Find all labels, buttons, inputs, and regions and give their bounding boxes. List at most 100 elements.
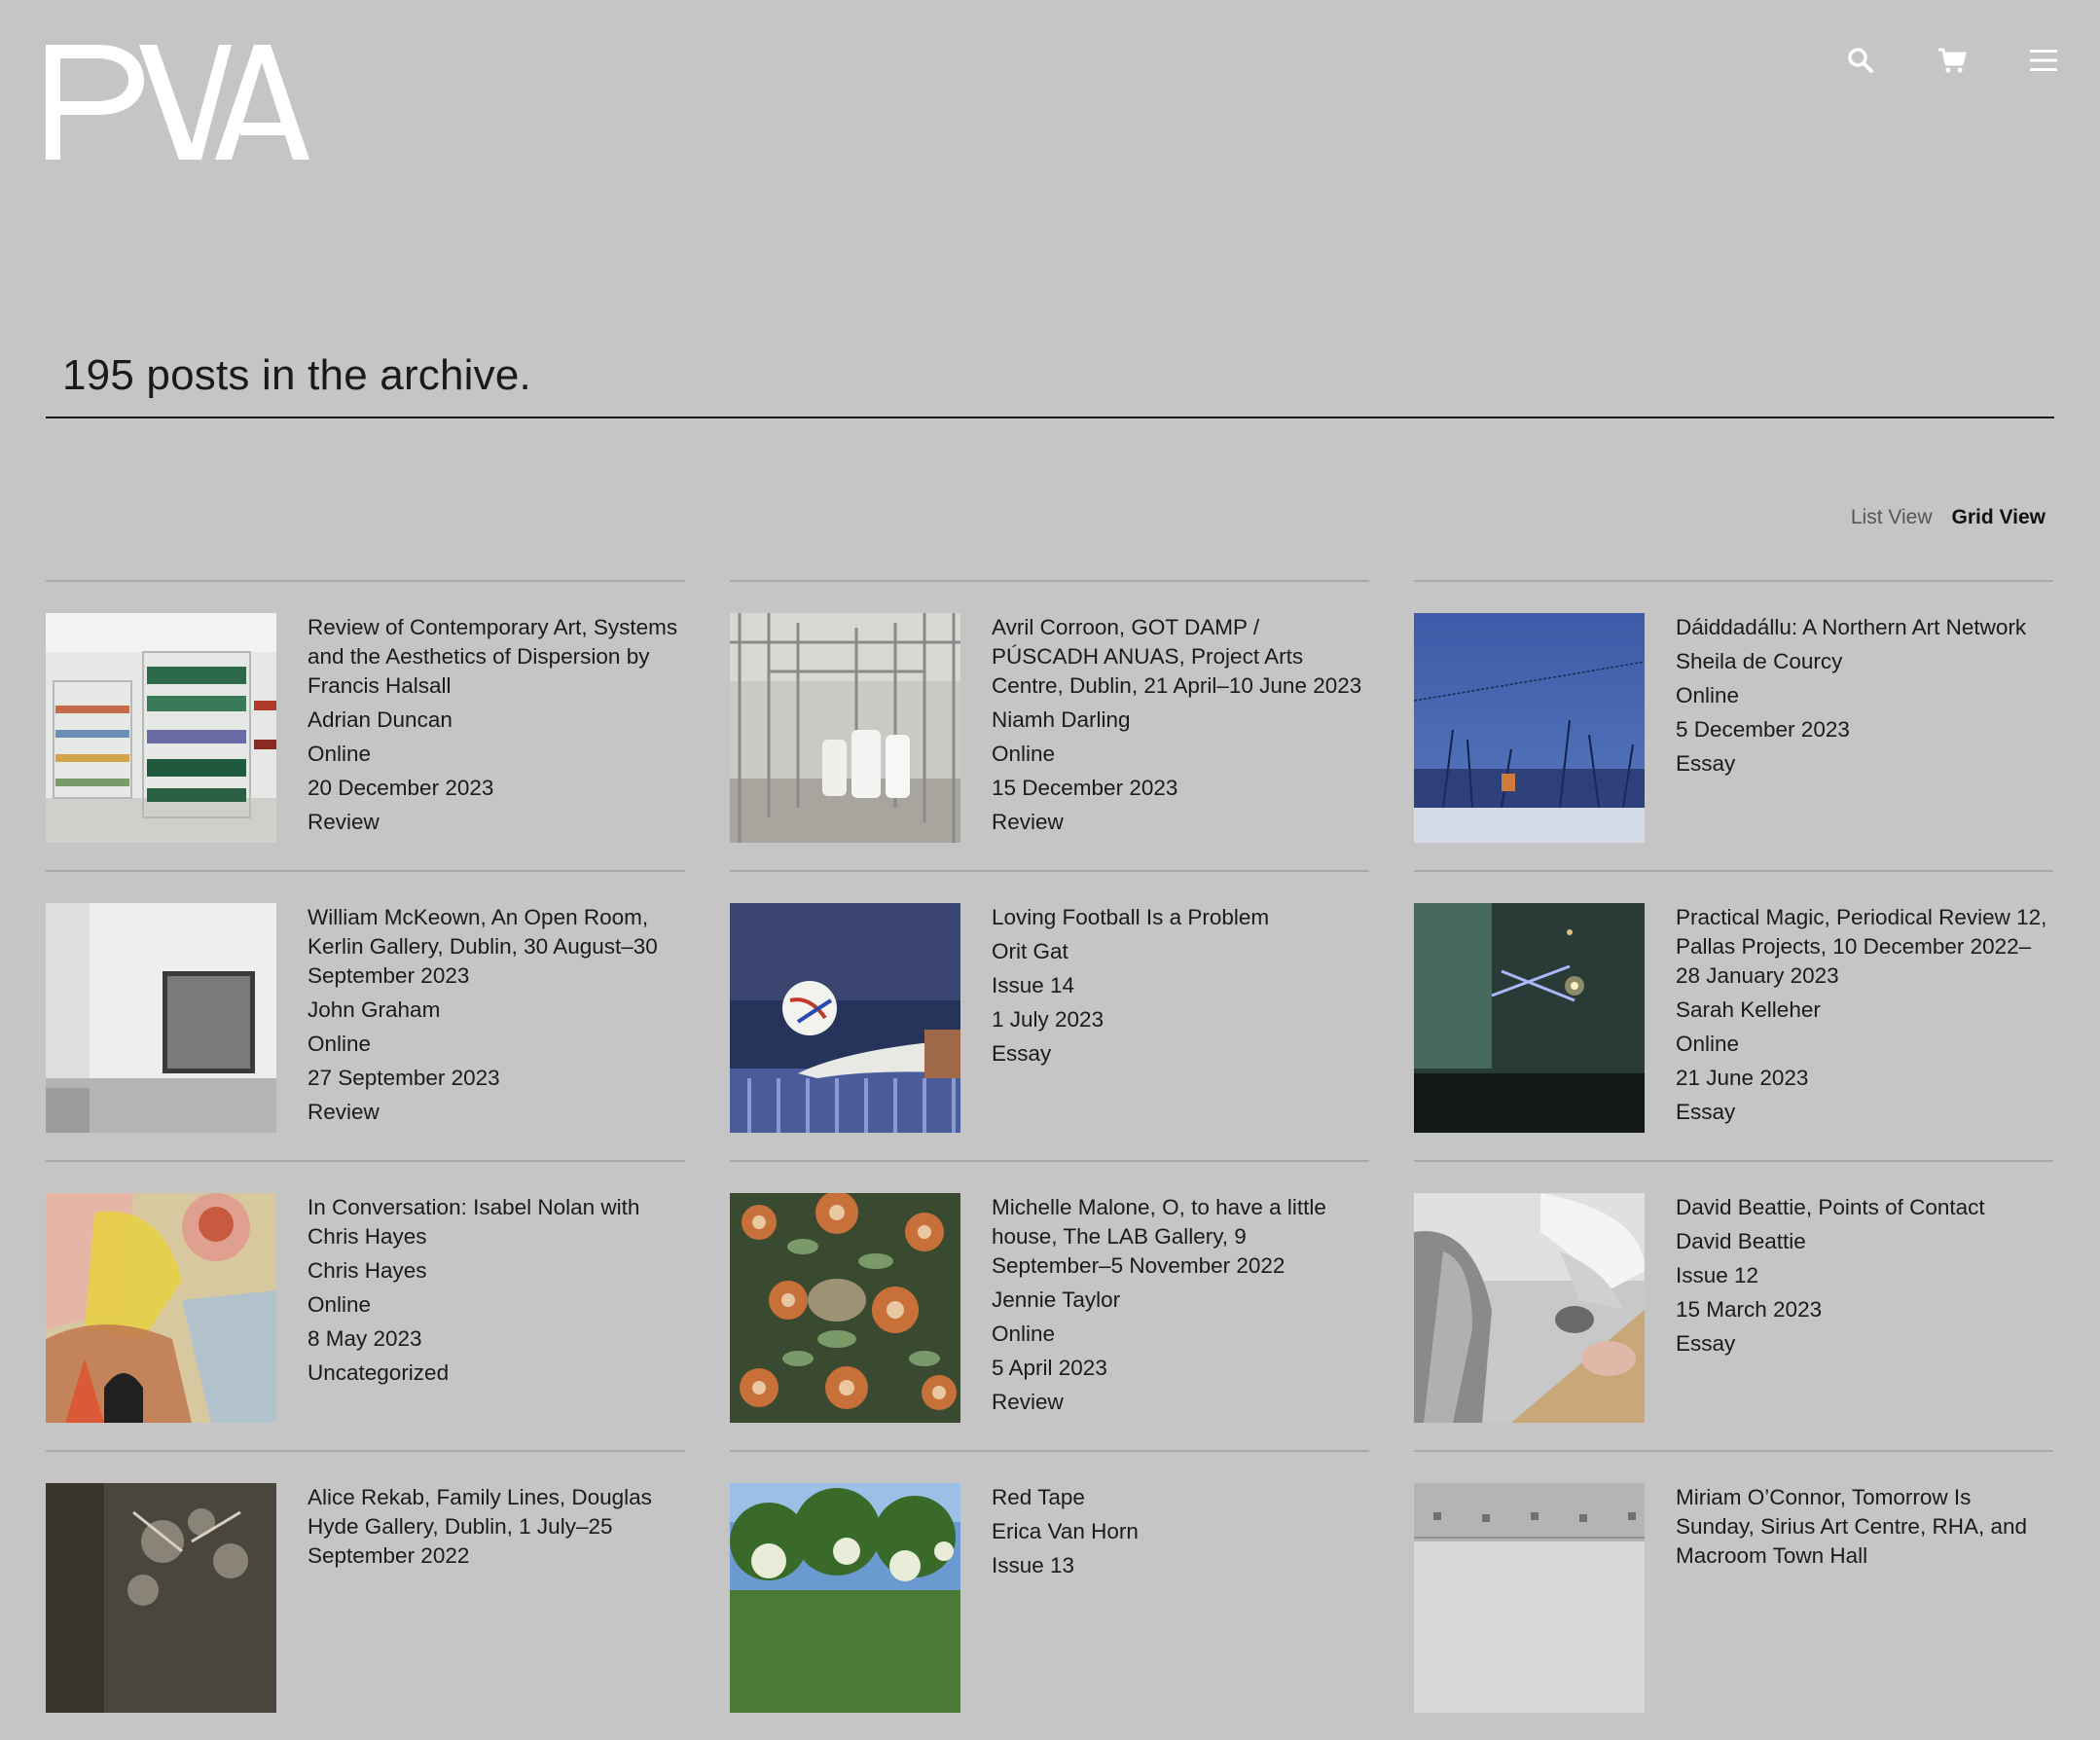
post-thumbnail[interactable]: [1414, 903, 1645, 1133]
post-category[interactable]: Essay: [1676, 1098, 2053, 1127]
post-meta: William McKeown, An Open Room, Kerlin Ga…: [308, 903, 685, 1160]
post-thumbnail-image: [46, 903, 276, 1133]
post-thumbnail-image: [730, 1193, 960, 1423]
post-thumbnail[interactable]: [1414, 613, 1645, 843]
title-divider: [46, 417, 2054, 418]
post-meta: Practical Magic, Periodical Review 12, P…: [1676, 903, 2053, 1160]
post-title[interactable]: Alice Rekab, Family Lines, Douglas Hyde …: [308, 1483, 685, 1571]
view-toggle: List View Grid View: [1851, 503, 2046, 532]
header-nav: [1843, 43, 2061, 78]
post-date: 20 December 2023: [308, 776, 494, 800]
post-title[interactable]: Practical Magic, Periodical Review 12, P…: [1676, 903, 2053, 991]
post-date: 15 March 2023: [1676, 1297, 1823, 1322]
post-card[interactable]: Dáiddadállu: A Northern Art Network Sheil…: [1414, 580, 2053, 870]
post-card[interactable]: Avril Corroon, GOT DAMP / PÚSCADH ANUAS,…: [730, 580, 1369, 870]
post-author[interactable]: Orit Gat: [992, 937, 1369, 966]
post-title[interactable]: Miriam O’Connor, Tomorrow Is Sunday, Sir…: [1676, 1483, 2053, 1571]
post-date: 8 May 2023: [308, 1326, 422, 1351]
post-category[interactable]: Review: [992, 808, 1369, 837]
post-date: 5 December 2023: [1676, 717, 1850, 742]
post-card[interactable]: Michelle Malone, O, to have a little hou…: [730, 1160, 1369, 1450]
post-card[interactable]: Review of Contemporary Art, Systems and …: [46, 580, 685, 870]
search-icon[interactable]: [1843, 43, 1878, 78]
post-meta: In Conversation: Isabel Nolan with Chris…: [308, 1193, 685, 1450]
list-view-link[interactable]: List View: [1851, 503, 1933, 532]
site-logo[interactable]: [46, 45, 338, 162]
post-thumbnail-image: [46, 1193, 276, 1423]
post-thumbnail-image: [1414, 1193, 1645, 1423]
post-category[interactable]: Essay: [1676, 1329, 2053, 1359]
post-author[interactable]: Jennie Taylor: [992, 1286, 1369, 1315]
post-meta: Michelle Malone, O, to have a little hou…: [992, 1193, 1369, 1450]
post-card[interactable]: Loving Football Is a Problem Orit Gat Issu…: [730, 870, 1369, 1160]
post-meta: Avril Corroon, GOT DAMP / PÚSCADH ANUAS,…: [992, 613, 1369, 870]
post-author[interactable]: Erica Van Horn: [992, 1517, 1369, 1546]
post-issue: Online: [308, 1292, 372, 1317]
post-meta: Review of Contemporary Art, Systems and …: [308, 613, 685, 870]
post-author[interactable]: Sarah Kelleher: [1676, 996, 2053, 1025]
post-issue: Issue 12: [1676, 1263, 1759, 1287]
post-author[interactable]: Adrian Duncan: [308, 706, 685, 735]
post-thumbnail[interactable]: [46, 903, 276, 1133]
post-title[interactable]: Red Tape: [992, 1483, 1369, 1512]
post-thumbnail-image: [1414, 613, 1645, 843]
post-card[interactable]: Practical Magic, Periodical Review 12, P…: [1414, 870, 2053, 1160]
post-author[interactable]: Sheila de Courcy: [1676, 647, 2053, 676]
post-card[interactable]: In Conversation: Isabel Nolan with Chris…: [46, 1160, 685, 1450]
post-thumbnail-image: [730, 1483, 960, 1713]
post-thumbnail[interactable]: [730, 903, 960, 1133]
post-title[interactable]: Michelle Malone, O, to have a little hou…: [992, 1193, 1369, 1281]
post-meta: Alice Rekab, Family Lines, Douglas Hyde …: [308, 1483, 685, 1740]
post-category[interactable]: Review: [308, 808, 685, 837]
post-grid: Review of Contemporary Art, Systems and …: [46, 580, 2053, 1740]
post-card[interactable]: David Beattie, Points of Contact David Be…: [1414, 1160, 2053, 1450]
post-meta: Miriam O’Connor, Tomorrow Is Sunday, Sir…: [1676, 1483, 2053, 1740]
post-thumbnail[interactable]: [730, 613, 960, 843]
post-title[interactable]: Avril Corroon, GOT DAMP / PÚSCADH ANUAS,…: [992, 613, 1369, 701]
post-thumbnail[interactable]: [1414, 1483, 1645, 1713]
post-issue: Issue 14: [992, 973, 1075, 997]
post-issue: Online: [308, 742, 372, 766]
post-card[interactable]: William McKeown, An Open Room, Kerlin Ga…: [46, 870, 685, 1160]
post-category[interactable]: Review: [992, 1388, 1369, 1417]
post-thumbnail[interactable]: [1414, 1193, 1645, 1423]
post-author[interactable]: Chris Hayes: [308, 1256, 685, 1286]
post-issue: Online: [992, 1322, 1056, 1346]
post-author[interactable]: Niamh Darling: [992, 706, 1369, 735]
archive-count-heading: 195 posts in the archive.: [62, 351, 531, 399]
post-title[interactable]: Loving Football Is a Problem: [992, 903, 1369, 932]
post-title[interactable]: In Conversation: Isabel Nolan with Chris…: [308, 1193, 685, 1251]
post-card[interactable]: Red Tape Erica Van Horn Issue 13: [730, 1450, 1369, 1740]
post-card[interactable]: Alice Rekab, Family Lines, Douglas Hyde …: [46, 1450, 685, 1740]
post-thumbnail-image: [46, 613, 276, 843]
post-thumbnail[interactable]: [730, 1483, 960, 1713]
post-title[interactable]: Dáiddadállu: A Northern Art Network: [1676, 613, 2053, 642]
post-title[interactable]: William McKeown, An Open Room, Kerlin Ga…: [308, 903, 685, 991]
post-thumbnail[interactable]: [46, 1483, 276, 1713]
post-author[interactable]: John Graham: [308, 996, 685, 1025]
post-author[interactable]: David Beattie: [1676, 1227, 2053, 1256]
post-thumbnail-image: [730, 903, 960, 1133]
post-thumbnail-image: [46, 1483, 276, 1713]
menu-icon[interactable]: [2026, 43, 2061, 78]
post-issue: Online: [308, 1032, 372, 1056]
post-category[interactable]: Essay: [1676, 749, 2053, 779]
post-category[interactable]: Uncategorized: [308, 1359, 685, 1388]
post-title[interactable]: David Beattie, Points of Contact: [1676, 1193, 2053, 1222]
grid-view-link[interactable]: Grid View: [1952, 503, 2046, 532]
post-thumbnail[interactable]: [46, 613, 276, 843]
post-card[interactable]: Miriam O’Connor, Tomorrow Is Sunday, Sir…: [1414, 1450, 2053, 1740]
cart-icon[interactable]: [1935, 43, 1970, 78]
post-title[interactable]: Review of Contemporary Art, Systems and …: [308, 613, 685, 701]
post-thumbnail[interactable]: [730, 1193, 960, 1423]
post-thumbnail-image: [730, 613, 960, 843]
post-category[interactable]: Essay: [992, 1039, 1369, 1069]
post-issue: Issue 13: [992, 1553, 1075, 1577]
post-thumbnail[interactable]: [46, 1193, 276, 1423]
post-category[interactable]: Review: [308, 1098, 685, 1127]
post-issue: Online: [1676, 683, 1740, 707]
post-meta: David Beattie, Points of Contact David Be…: [1676, 1193, 2053, 1450]
post-date: 15 December 2023: [992, 776, 1178, 800]
post-thumbnail-image: [1414, 903, 1645, 1133]
post-meta: Dáiddadállu: A Northern Art Network Sheil…: [1676, 613, 2053, 870]
